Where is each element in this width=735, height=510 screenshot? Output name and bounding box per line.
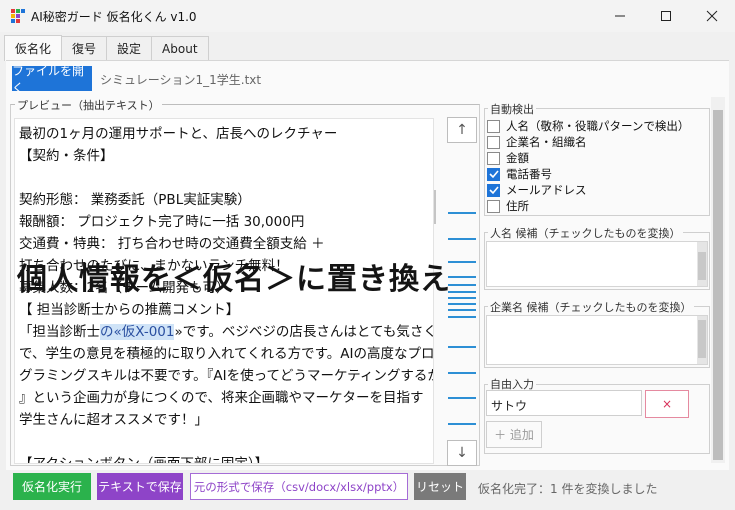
arrow-down-icon: ↓: [456, 445, 468, 461]
reset-button[interactable]: リセット: [414, 473, 466, 500]
free-input-field[interactable]: サトウ: [486, 390, 642, 416]
close-button[interactable]: [689, 0, 735, 32]
preview-line: 【契約・条件】: [19, 148, 114, 164]
match-marker[interactable]: [448, 372, 476, 374]
person-list-scrollbar[interactable]: [697, 242, 707, 286]
checkbox-label: 電話番号: [506, 167, 552, 181]
scrollbar-thumb[interactable]: [698, 320, 706, 358]
line-suffix: »です。ベジベジの店長さんはとても気さく: [174, 324, 434, 340]
preview-line: 』という企画力が身につくので、将来企画職やマーケターを目指す: [19, 390, 424, 406]
preview-line-highlighted: 「担当診断士の«仮X-001»です。ベジベジの店長さんはとても気さく: [19, 321, 434, 343]
scroll-up-button[interactable]: ↑: [447, 117, 477, 143]
match-marker[interactable]: [448, 284, 476, 286]
checkbox-label: 住所: [506, 199, 529, 213]
preview-line: 報酬額： プロジェクト完了時に一括 30,000円: [19, 214, 305, 230]
tab-settings[interactable]: 設定: [106, 36, 153, 60]
right-panel-scrollbar-thumb[interactable]: [713, 110, 723, 460]
tab-label: About: [162, 41, 198, 56]
preview-line: 【 担当診断士からの推薦コメント】: [19, 302, 240, 318]
overlay-caption: 個人情報を＜仮名＞に置き換え: [17, 262, 451, 297]
detect-email-checkbox[interactable]: メールアドレス: [487, 182, 587, 198]
run-pseudonymize-button[interactable]: 仮名化実行: [13, 473, 91, 500]
checkbox-box: [487, 151, 500, 165]
open-file-button[interactable]: ファイルを開く: [12, 64, 92, 95]
minimize-icon: [615, 15, 625, 17]
match-marker[interactable]: [448, 316, 476, 318]
maximize-button[interactable]: [643, 0, 689, 32]
preview-legend: プレビュー（抽出テキスト）: [15, 97, 162, 113]
match-marker[interactable]: [448, 309, 476, 311]
app-logo-icon: [11, 9, 25, 23]
match-marker[interactable]: [448, 397, 476, 399]
scrollbar-thumb[interactable]: [698, 252, 706, 280]
company-candidates-legend: 企業名 候補（チェックしたものを変換）: [488, 299, 694, 315]
company-list-scrollbar[interactable]: [697, 316, 707, 364]
detect-phone-checkbox[interactable]: 電話番号: [487, 166, 552, 182]
clear-input-button[interactable]: ×: [645, 390, 689, 418]
checkbox-label: 金額: [506, 151, 529, 165]
pseudonym-highlight: の«仮X-001: [100, 324, 175, 340]
line-prefix: 「担当診断士: [19, 324, 100, 340]
tab-bar: 仮名化 復号 設定 About: [4, 35, 209, 61]
maximize-icon: [661, 11, 671, 21]
save-original-format-button[interactable]: 元の形式で保存（csv/docx/xlsx/pptx）: [190, 473, 408, 500]
checkmark-icon: [487, 167, 500, 181]
tab-pseudonymize[interactable]: 仮名化: [4, 35, 63, 61]
tab-label: 仮名化: [15, 42, 52, 56]
preview-line: 学生さんに超オススメです！」: [19, 412, 208, 428]
detect-person-checkbox[interactable]: 人名（敬称・役職パターンで検出）: [487, 118, 689, 134]
match-marker[interactable]: [448, 297, 476, 299]
tab-label: 復号: [72, 42, 97, 56]
person-candidates-legend: 人名 候補（チェックしたものを変換）: [488, 225, 683, 241]
preview-line: 最初の1ヶ月の運用サポートと、店長へのレクチャー: [19, 126, 338, 142]
tab-decrypt[interactable]: 復号: [61, 36, 108, 60]
status-text: 仮名化完了：1 件を変換しました: [478, 482, 658, 496]
preview-line: グラミングスキルは不要です。『AIを使ってどうマーケティングするか: [19, 368, 434, 384]
preview-line: 交通費・特典： 打ち合わせ時の交通費全額支給 ＋: [19, 236, 325, 252]
match-marker[interactable]: [448, 261, 476, 263]
checkbox-box: [487, 135, 500, 149]
file-name-label: シミュレーション1_1学生.txt: [100, 73, 262, 87]
add-button[interactable]: ＋ 追加: [486, 421, 542, 448]
checkbox-box: [487, 199, 500, 213]
match-marker[interactable]: [448, 291, 476, 293]
checkbox-box: [487, 119, 500, 133]
match-marker[interactable]: [448, 212, 476, 214]
match-marker[interactable]: [448, 346, 476, 348]
checkbox-label: メールアドレス: [506, 183, 587, 197]
preview-line: 【アクションボタン（画面下部に固定）】: [19, 456, 269, 464]
preview-line: で、学生の意見を積極的に取り入れてくれる方です。AIの高度なプロ: [19, 346, 434, 362]
detect-company-checkbox[interactable]: 企業名・組織名: [487, 134, 587, 150]
match-marker[interactable]: [448, 238, 476, 240]
match-marker[interactable]: [448, 423, 476, 425]
detect-address-checkbox[interactable]: 住所: [487, 198, 529, 214]
save-text-button[interactable]: テキストで保存: [97, 473, 183, 500]
checkbox-label: 人名（敬称・役職パターンで検出）: [506, 119, 690, 133]
preview-line: 契約形態： 業務委託（PBL実証実験）: [19, 192, 251, 208]
minimize-button[interactable]: [597, 0, 643, 32]
match-marker[interactable]: [448, 276, 476, 278]
tab-about[interactable]: About: [151, 36, 209, 60]
checkmark-icon: [487, 183, 500, 197]
close-icon: [706, 10, 718, 22]
detect-amount-checkbox[interactable]: 金額: [487, 150, 529, 166]
company-candidates-list[interactable]: [486, 315, 708, 365]
title-bar: AI秘密ガード 仮名化くん v1.0: [0, 0, 735, 32]
arrow-up-icon: ↑: [456, 122, 468, 138]
tab-label: 設定: [117, 42, 142, 56]
window-title: AI秘密ガード 仮名化くん v1.0: [31, 10, 197, 24]
auto-detect-legend: 自動検出: [488, 101, 536, 117]
match-marker[interactable]: [448, 303, 476, 305]
person-candidates-list[interactable]: [486, 241, 708, 287]
scroll-down-button[interactable]: ↓: [447, 440, 477, 466]
checkbox-label: 企業名・組織名: [506, 135, 587, 149]
